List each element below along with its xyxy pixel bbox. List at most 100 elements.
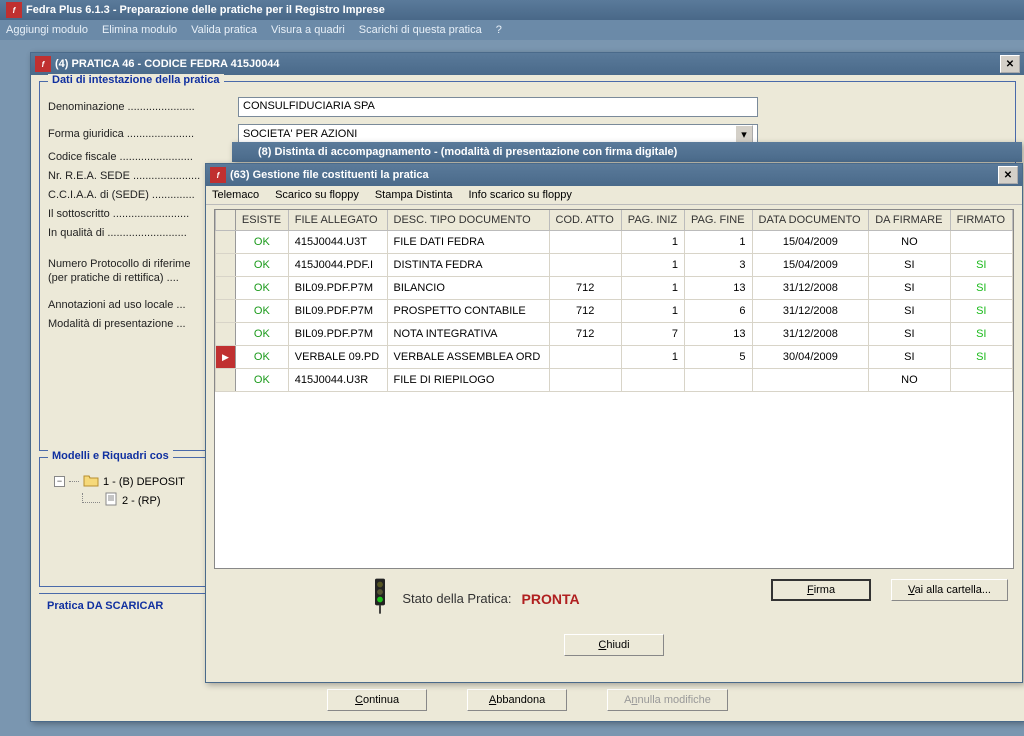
menu-scarico-floppy[interactable]: Scarico su floppy — [275, 189, 359, 201]
row-header[interactable] — [216, 300, 236, 323]
row-header[interactable]: ▶ — [216, 346, 236, 369]
chevron-down-icon[interactable]: ▾ — [735, 125, 753, 143]
win8-titlebar[interactable]: f (8) Distinta di accompagnamento - (mod… — [232, 142, 1022, 162]
cell-pfin: 1 — [684, 231, 752, 254]
tree-root-label[interactable]: 1 - (B) DEPOSIT — [103, 476, 185, 488]
traffic-light-icon — [368, 577, 392, 620]
app-title: Fedra Plus 6.1.3 - Preparazione delle pr… — [26, 4, 385, 16]
cell-firm — [950, 369, 1012, 392]
row-header[interactable] — [216, 277, 236, 300]
cell-pini: 1 — [621, 254, 684, 277]
cell-pfin: 5 — [684, 346, 752, 369]
table-row[interactable]: OKBIL09.PDF.P7MBILANCIO71211331/12/2008S… — [216, 277, 1013, 300]
cell-file: BIL09.PDF.P7M — [288, 277, 387, 300]
cell-cod — [549, 369, 621, 392]
tree-modelli[interactable]: − 1 - (B) DEPOSIT 2 - (RP) — [48, 466, 220, 516]
col-desc[interactable]: DESC. TIPO DOCUMENTO — [387, 210, 549, 231]
cell-pfin — [684, 369, 752, 392]
win4-close-button[interactable]: ✕ — [1000, 55, 1020, 73]
cell-firm: SI — [950, 254, 1012, 277]
win4-icon: f — [35, 56, 51, 72]
cell-firm: SI — [950, 277, 1012, 300]
menu-aggiungi[interactable]: Aggiungi modulo — [6, 24, 88, 36]
table-row[interactable]: OK415J0044.PDF.IDISTINTA FEDRA1315/04/20… — [216, 254, 1013, 277]
cell-pini: 1 — [621, 277, 684, 300]
file-grid[interactable]: ESISTE FILE ALLEGATO DESC. TIPO DOCUMENT… — [214, 209, 1014, 569]
table-row[interactable]: OKBIL09.PDF.P7MNOTA INTEGRATIVA71271331/… — [216, 323, 1013, 346]
menu-stampa-distinta[interactable]: Stampa Distinta — [375, 189, 453, 201]
table-row[interactable]: ▶OKVERBALE 09.PDVERBALE ASSEMBLEA ORD153… — [216, 346, 1013, 369]
cell-cod: 712 — [549, 300, 621, 323]
cell-desc: PROSPETTO CONTABILE — [387, 300, 549, 323]
select-forma[interactable]: SOCIETA' PER AZIONI ▾ — [238, 124, 758, 144]
table-row[interactable]: OK415J0044.U3TFILE DATI FEDRA1115/04/200… — [216, 231, 1013, 254]
menu-elimina[interactable]: Elimina modulo — [102, 24, 177, 36]
label-codfisc: Codice fiscale ........................ — [48, 151, 238, 163]
menu-info-scarico[interactable]: Info scarico su floppy — [469, 189, 572, 201]
chiudi-button[interactable]: Chiudi — [564, 634, 664, 656]
group-dati-label: Dati di intestazione della pratica — [48, 74, 224, 86]
win63-icon: f — [210, 167, 226, 183]
window-gestione-file: f (63) Gestione file costituenti la prat… — [205, 163, 1023, 683]
tree-child-label[interactable]: 2 - (RP) — [122, 495, 161, 507]
col-firm[interactable]: FIRMATO — [950, 210, 1012, 231]
col-cod[interactable]: COD. ATTO — [549, 210, 621, 231]
folder-icon — [83, 473, 99, 490]
cell-data: 31/12/2008 — [752, 277, 869, 300]
win63-close-button[interactable]: ✕ — [998, 166, 1018, 184]
col-esiste[interactable]: ESISTE — [235, 210, 288, 231]
firma-button[interactable]: Firma — [771, 579, 871, 601]
cell-pfin: 13 — [684, 277, 752, 300]
cell-data — [752, 369, 869, 392]
abbandona-button[interactable]: Abbandona — [467, 689, 567, 711]
row-header[interactable] — [216, 323, 236, 346]
cell-esiste: OK — [235, 300, 288, 323]
col-file[interactable]: FILE ALLEGATO — [288, 210, 387, 231]
table-row[interactable]: OKBIL09.PDF.P7MPROSPETTO CONTABILE712163… — [216, 300, 1013, 323]
win4-titlebar[interactable]: f (4) PRATICA 46 - CODICE FEDRA 415J0044… — [31, 53, 1024, 75]
vai-cartella-button[interactable]: Vai alla cartella... — [891, 579, 1008, 601]
row-header[interactable] — [216, 369, 236, 392]
cell-esiste: OK — [235, 254, 288, 277]
row-header[interactable] — [216, 231, 236, 254]
cell-pfin: 13 — [684, 323, 752, 346]
col-pini[interactable]: PAG. INIZ — [621, 210, 684, 231]
win63-menubar: Telemaco Scarico su floppy Stampa Distin… — [206, 186, 1022, 205]
col-pfin[interactable]: PAG. FINE — [684, 210, 752, 231]
win63-titlebar[interactable]: f (63) Gestione file costituenti la prat… — [206, 164, 1022, 186]
app-titlebar: f Fedra Plus 6.1.3 - Preparazione delle … — [0, 0, 1024, 20]
cell-file: BIL09.PDF.P7M — [288, 300, 387, 323]
cell-desc: FILE DATI FEDRA — [387, 231, 549, 254]
cell-esiste: OK — [235, 346, 288, 369]
annulla-button: Annulla modifiche — [607, 689, 728, 711]
menu-scarichi[interactable]: Scarichi di questa pratica — [359, 24, 482, 36]
cell-dafirm: SI — [869, 277, 950, 300]
menu-visura[interactable]: Visura a quadri — [271, 24, 345, 36]
label-forma: Forma giuridica ...................... — [48, 128, 238, 140]
document-icon — [104, 492, 118, 509]
win8-title: (8) Distinta di accompagnamento - (modal… — [258, 146, 677, 158]
input-denominazione[interactable]: CONSULFIDUCIARIA SPA — [238, 97, 758, 117]
cell-dafirm: SI — [869, 300, 950, 323]
group-modelli: Modelli e Riquadri cos − 1 - (B) DEPOSIT… — [39, 457, 229, 587]
cell-firm: SI — [950, 300, 1012, 323]
continua-button[interactable]: CContinuaontinua — [327, 689, 427, 711]
cell-data: 31/12/2008 — [752, 300, 869, 323]
menu-help[interactable]: ? — [496, 24, 502, 36]
win4-button-row: CContinuaontinua Abbandona Annulla modif… — [31, 683, 1024, 721]
table-row[interactable]: OK415J0044.U3RFILE DI RIEPILOGONO — [216, 369, 1013, 392]
cell-dafirm: SI — [869, 254, 950, 277]
cell-file: 415J0044.U3T — [288, 231, 387, 254]
tree-collapse-icon[interactable]: − — [54, 476, 65, 487]
col-dafirm[interactable]: DA FIRMARE — [869, 210, 950, 231]
status-label: Stato della Pratica: — [402, 591, 511, 606]
cell-desc: VERBALE ASSEMBLEA ORD — [387, 346, 549, 369]
row-header[interactable] — [216, 254, 236, 277]
col-data[interactable]: DATA DOCUMENTO — [752, 210, 869, 231]
window-distinta: f (8) Distinta di accompagnamento - (mod… — [232, 142, 1022, 162]
menu-valida[interactable]: Valida pratica — [191, 24, 257, 36]
cell-pini: 1 — [621, 346, 684, 369]
cell-desc: NOTA INTEGRATIVA — [387, 323, 549, 346]
menu-telemaco[interactable]: Telemaco — [212, 189, 259, 201]
cell-esiste: OK — [235, 369, 288, 392]
